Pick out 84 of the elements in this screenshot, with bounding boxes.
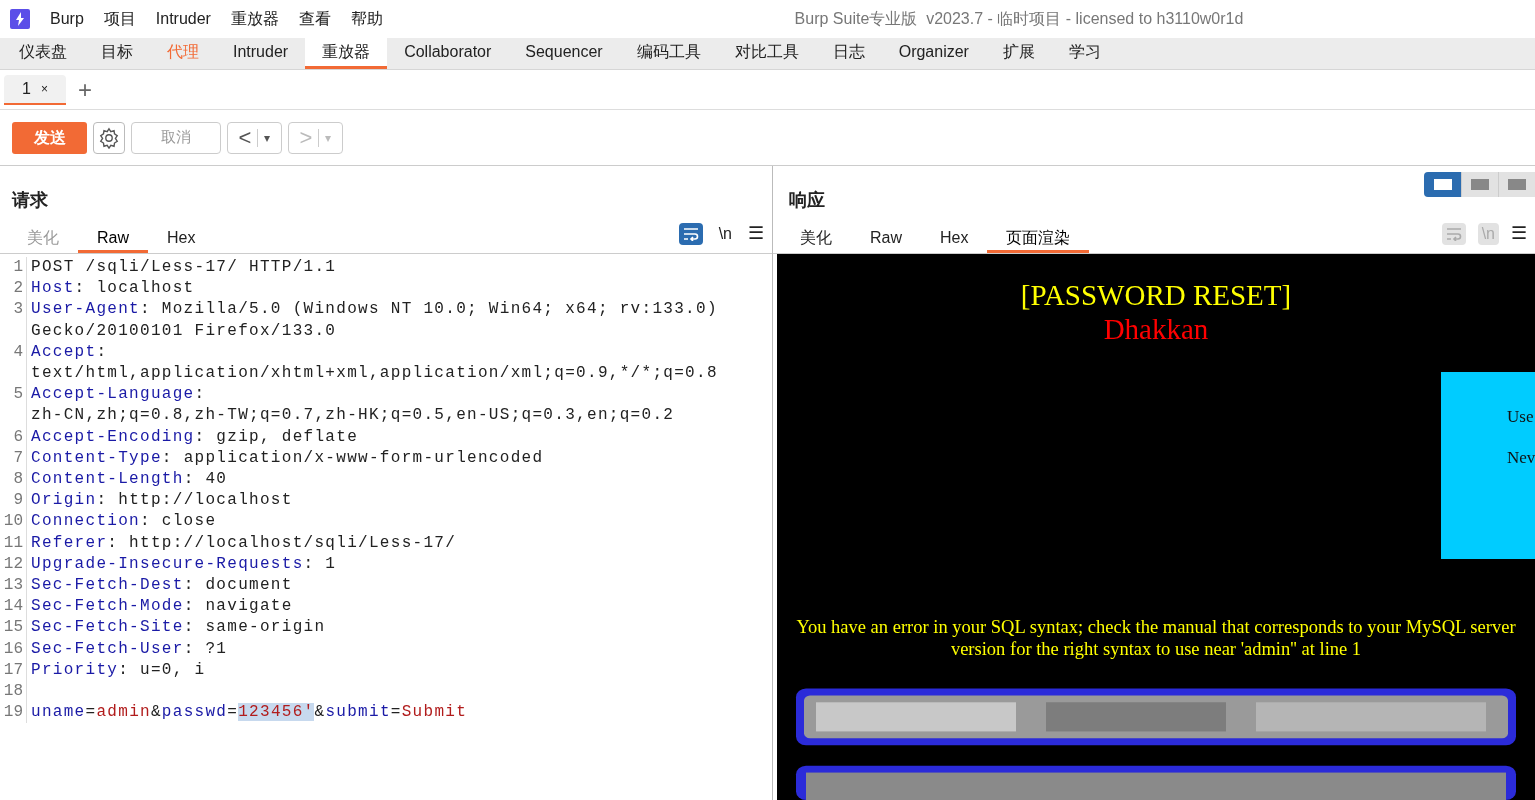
code-line: uname=admin&passwd=123456'&submit=Submit <box>31 702 468 724</box>
main-tab[interactable]: Collaborator <box>387 38 509 69</box>
menu-item[interactable]: 帮助 <box>340 7 393 31</box>
line-number: 19 <box>2 702 24 724</box>
code-line: Accept: <box>31 341 109 363</box>
line-number: 5 <box>12 384 24 406</box>
main-tab[interactable]: Sequencer <box>508 38 620 69</box>
line-number: 13 <box>2 575 24 597</box>
layout-toggle[interactable] <box>1424 172 1461 197</box>
view-tab[interactable]: 美化 <box>781 225 851 253</box>
code-line: Gecko/20100101 Firefox/133.0 <box>31 320 338 342</box>
code-line: zh-CN,zh;q=0.8,zh-TW;q=0.7,zh-HK;q=0.5,en-US;q=0.3,en;q=0.2 <box>31 405 675 427</box>
code-line: Content-Length: 40 <box>31 469 228 491</box>
line-number: 9 <box>12 490 24 512</box>
line-number: 14 <box>2 596 24 618</box>
window-title: Burp Suite专业版 v2023.7 - 临时项目 - licensed to h3110w0r1d <box>794 9 1244 29</box>
page-subheading: Dhakkan <box>1103 312 1209 346</box>
main-tab[interactable]: 重放器 <box>305 38 388 69</box>
main-tab[interactable]: Organizer <box>881 38 986 69</box>
main-tab[interactable]: 编码工具 <box>619 38 718 69</box>
code-line: Host: localhost <box>31 278 195 300</box>
panel-title: 响应 <box>789 189 825 212</box>
wrap-icon[interactable] <box>678 222 703 245</box>
code-line: Sec-Fetch-Site: same-origin <box>31 617 326 639</box>
code-line: Sec-Fetch-User: ?1 <box>31 638 228 660</box>
error-message: You have an error in your SQL syntax; check the manual that corresponds to your MySQL server version for the right syntax to use near 'admin'' at line 1 <box>795 616 1517 660</box>
view-tab[interactable]: Raw <box>78 225 148 253</box>
code-line: Accept-Language: <box>31 384 207 406</box>
view-tab[interactable]: Raw <box>851 225 921 253</box>
line-number: 7 <box>12 447 24 469</box>
line-number: 3 <box>12 299 24 321</box>
menu-icon[interactable]: ☰ <box>1511 220 1527 247</box>
code-line: Origin: http://localhost <box>31 490 293 512</box>
view-tab[interactable]: Hex <box>921 225 988 253</box>
menu-item[interactable]: 重放器 <box>220 7 289 31</box>
view-tab[interactable]: Hex <box>148 225 215 253</box>
request-tab[interactable]: 1 × <box>4 74 66 105</box>
line-number: 4 <box>12 341 24 363</box>
panel-title: 请求 <box>12 189 48 212</box>
main-tab[interactable]: 扩展 <box>985 38 1052 69</box>
line-number: 15 <box>2 617 24 639</box>
code-line: Sec-Fetch-Mode: navigate <box>31 596 293 618</box>
line-number: 6 <box>12 426 24 448</box>
code-line: Sec-Fetch-Dest: document <box>31 575 293 597</box>
newline-toggle[interactable]: \n <box>714 222 736 245</box>
main-tab[interactable]: 仪表盘 <box>2 38 84 69</box>
layout-toggle[interactable] <box>1498 172 1535 197</box>
menu-icon[interactable]: ☰ <box>748 220 764 247</box>
menu-item[interactable]: 项目 <box>93 7 146 31</box>
main-tab[interactable]: 日志 <box>815 38 882 69</box>
app-logo-icon <box>10 9 30 29</box>
line-number: 8 <box>12 469 24 491</box>
menu-item[interactable]: Intruder <box>145 7 221 31</box>
form-label: Nev <box>1507 446 1535 469</box>
code-line: Referer: http://localhost/sqli/Less-17/ <box>31 532 457 554</box>
line-number: 17 <box>2 659 24 681</box>
line-number: 2 <box>12 278 24 300</box>
code-line: Connection: close <box>31 511 217 533</box>
code-line: Priority: u=0, i <box>31 659 206 681</box>
code-line: Upgrade-Insecure-Requests: 1 <box>31 553 337 575</box>
line-number: 12 <box>2 553 24 575</box>
code-line: POST /sqli/Less-17/ HTTP/1.1 <box>31 257 337 278</box>
line-number: 11 <box>2 532 24 554</box>
page-heading: [PASSWORD RESET] <box>1020 278 1292 312</box>
main-tab[interactable]: 对比工具 <box>717 38 816 69</box>
line-number: 10 <box>2 511 24 533</box>
form-label: Use <box>1507 406 1535 428</box>
line-number: 18 <box>2 681 24 703</box>
settings-icon <box>98 126 120 149</box>
code-line: Content-Type: application/x-www-form-urlencoded <box>31 447 544 469</box>
layout-toggle[interactable] <box>1461 172 1498 197</box>
back-button[interactable]: < ▾ <box>227 121 282 154</box>
code-line: User-Agent: Mozilla/5.0 (Windows NT 10.0; Win64; x64; rv:133.0) <box>31 299 718 321</box>
menu-item[interactable]: Burp <box>40 7 94 31</box>
line-number: 16 <box>2 638 24 660</box>
main-tab[interactable]: Intruder <box>216 38 306 69</box>
line-number: 1 <box>12 257 24 278</box>
main-tab[interactable]: 目标 <box>84 38 150 69</box>
code-line: Accept-Encoding: gzip, deflate <box>31 426 359 448</box>
new-tab-button[interactable]: + <box>78 77 92 102</box>
code-line: text/html,application/xhtml+xml,application/xml;q=0.9,*/*;q=0.8 <box>31 363 718 384</box>
settings-button[interactable] <box>93 121 125 154</box>
main-tab[interactable]: 学习 <box>1051 38 1118 69</box>
menu-item[interactable]: 查看 <box>288 7 341 31</box>
